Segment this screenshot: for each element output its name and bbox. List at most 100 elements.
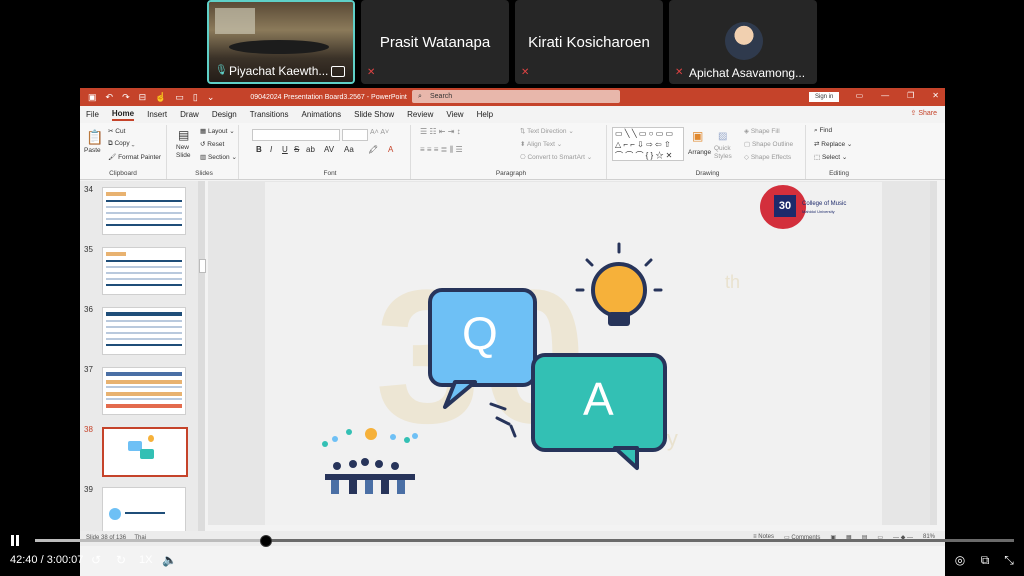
tab-help[interactable]: Help — [477, 110, 493, 119]
shape-outline-button[interactable]: ▢ Shape Outline — [744, 140, 793, 148]
slide-scrollbar[interactable] — [930, 181, 937, 525]
format-painter-button[interactable]: 🖌 Format Painter — [108, 153, 161, 161]
thumbnails-scrollbar[interactable] — [198, 181, 206, 531]
convert-smartart-button[interactable]: ⎔ Convert to SmartArt ⌄ — [520, 153, 592, 161]
quick-styles-button[interactable]: Quick Styles — [714, 145, 738, 161]
touch-icon[interactable]: ☝ — [155, 92, 166, 103]
font-size-select[interactable] — [342, 129, 368, 141]
tab-draw[interactable]: Draw — [180, 110, 199, 119]
more-icon[interactable]: ⌄ — [207, 92, 215, 103]
shadow-icon[interactable]: ab — [306, 145, 315, 154]
thumbnail-image — [102, 427, 188, 477]
shapes-gallery[interactable]: ▭ ╲ ╲ ▭ ○ ▭ ▭ △ ⌐ ⌐ ⇩ ⇨ ⇦ ⇧ ⌒ ⌒ ⌒ { } ☆ ✕ — [612, 127, 684, 161]
slide-number: 38 — [84, 425, 93, 434]
tab-slide-show[interactable]: Slide Show — [354, 110, 394, 119]
tab-home[interactable]: Home — [111, 109, 135, 121]
section-button[interactable]: ▥ Section ⌄ — [200, 153, 237, 161]
group-label: Editing — [829, 170, 849, 177]
share-label: Share — [918, 110, 937, 117]
playback-speed-button[interactable]: 1X — [139, 552, 152, 568]
minimize-icon[interactable]: — — [881, 91, 889, 100]
strikethrough-icon[interactable]: S — [294, 145, 299, 154]
select-button[interactable]: ⬚ Select ⌄ — [814, 153, 847, 161]
participant-tile-2[interactable]: Prasit Watanapa ✕ — [361, 0, 509, 84]
highlight-icon[interactable]: 🖍 — [368, 145, 378, 154]
seek-handle[interactable] — [260, 535, 272, 547]
layout-label: Layout — [207, 128, 228, 135]
tab-insert[interactable]: Insert — [147, 110, 167, 119]
maximize-icon[interactable]: ❐ — [907, 91, 914, 100]
forward-icon[interactable]: ↻ — [114, 553, 128, 567]
replace-button[interactable]: ⇄ Replace ⌄ — [814, 140, 852, 148]
time-display: 42:40 / 3:00:07 — [10, 552, 83, 568]
pause-icon — [11, 535, 14, 546]
arrange-button[interactable]: Arrange — [688, 149, 711, 156]
tab-file[interactable]: File — [86, 110, 99, 119]
new-slide-icon[interactable]: ▤ — [178, 128, 189, 142]
tab-review[interactable]: Review — [407, 110, 433, 119]
tab-design[interactable]: Design — [212, 110, 237, 119]
font-name-select[interactable] — [252, 129, 340, 141]
layout-button[interactable]: ▦ Layout ⌄ — [200, 127, 235, 135]
text-direction-button[interactable]: ⇅ Text Direction ⌄ — [520, 127, 574, 135]
slides-group: ▤ New Slide ▦ Layout ⌄ ↺ Reset ▥ Section… — [170, 125, 239, 179]
copy-button[interactable]: ⧉ Copy ⌄ — [108, 140, 135, 148]
underline-icon[interactable]: U — [282, 145, 288, 154]
cut-button[interactable]: ✂ Cut — [108, 127, 125, 135]
shape-fill-button[interactable]: ◈ Shape Fill — [744, 127, 780, 135]
case-icon[interactable]: Aa — [344, 145, 354, 154]
search-box[interactable]: ⌕ Search — [412, 90, 620, 103]
sign-in-button[interactable]: Sign in — [809, 92, 840, 102]
participant-name: Apichat Asavamong... — [689, 66, 806, 80]
align-text-label: Align Text — [526, 141, 555, 148]
scrollbar-thumb[interactable] — [199, 259, 206, 273]
powerpoint-window: ▣ ↶ ↷ ⊟ ☝ ▭ ▯ ⌄ 09042024 Presentation Bo… — [80, 88, 945, 576]
align-text-button[interactable]: ⬍ Align Text ⌄ — [520, 140, 562, 148]
participant-tile-3[interactable]: Kirati Kosicharoen ✕ — [515, 0, 663, 84]
current-slide[interactable]: 30 th rsary 30 College of Music Mahidol … — [265, 182, 882, 525]
ribbon-display-icon[interactable]: ▭ — [856, 91, 864, 100]
thumbnail-image — [102, 307, 186, 355]
present-icon[interactable]: ⊟ — [139, 92, 147, 103]
select-label: Select — [821, 154, 841, 161]
redo-icon[interactable]: ↷ — [122, 92, 130, 103]
paste-icon[interactable]: 📋 — [86, 129, 103, 146]
save-icon[interactable]: ▣ — [88, 92, 97, 103]
shape-outline-label: Shape Outline — [751, 141, 794, 148]
italic-icon[interactable]: I — [270, 145, 272, 154]
reset-button[interactable]: ↺ Reset — [200, 140, 224, 148]
fullscreen-icon[interactable]: ⤡ — [1002, 553, 1016, 567]
tab-animations[interactable]: Animations — [302, 110, 342, 119]
undo-icon[interactable]: ↶ — [106, 92, 114, 103]
ribbon: 📋 Paste ✂ Cut ⧉ Copy ⌄ 🖌 Format Painter … — [80, 123, 945, 180]
font-color-icon[interactable]: A — [388, 145, 393, 154]
align-icons[interactable]: ≡ ≡ ≡ ≣ ⫼ ☰ — [420, 145, 463, 155]
tab-view[interactable]: View — [446, 110, 463, 119]
participant-tile-4[interactable]: ✕ Apichat Asavamong... — [669, 0, 817, 84]
tab-transitions[interactable]: Transitions — [250, 110, 289, 119]
share-button[interactable]: ⇪ Share — [911, 109, 938, 117]
volume-icon[interactable]: 🔈 — [162, 553, 177, 567]
shape-effects-button[interactable]: ◇ Shape Effects — [744, 153, 791, 161]
participants-icon[interactable]: ◎ — [953, 553, 967, 567]
arrange-icon[interactable]: ▣ — [692, 129, 703, 143]
close-icon[interactable]: ✕ — [932, 91, 939, 100]
paste-button[interactable]: Paste — [84, 147, 101, 154]
new-slide-button[interactable]: New Slide — [176, 144, 198, 160]
participant-tile-1[interactable]: 🎙 Piyachat Kaewth... — [207, 0, 355, 84]
participant-name: Piyachat Kaewth... — [229, 64, 329, 78]
rewind-icon[interactable]: ↺ — [89, 553, 103, 567]
replace-label: Replace — [821, 141, 846, 148]
pip-icon[interactable]: ⧉ — [978, 553, 992, 567]
find-button[interactable]: ⌕ Find — [814, 127, 832, 135]
list-icons[interactable]: ☰ ☷ ⇤ ⇥ ↕ — [420, 127, 461, 136]
pause-button[interactable] — [10, 535, 21, 546]
format-icon[interactable]: ▭ — [175, 92, 184, 103]
slide-editing-area: 30 th rsary 30 College of Music Mahidol … — [208, 181, 937, 525]
font-size-adjust-icon[interactable]: A˄ A˅ — [370, 129, 389, 136]
current-time: 42:40 — [10, 554, 38, 566]
spacing-icon[interactable]: AV — [324, 145, 334, 154]
new-icon[interactable]: ▯ — [193, 92, 198, 103]
quick-styles-icon[interactable]: ▨ — [718, 131, 727, 142]
bold-icon[interactable]: B — [256, 145, 262, 154]
